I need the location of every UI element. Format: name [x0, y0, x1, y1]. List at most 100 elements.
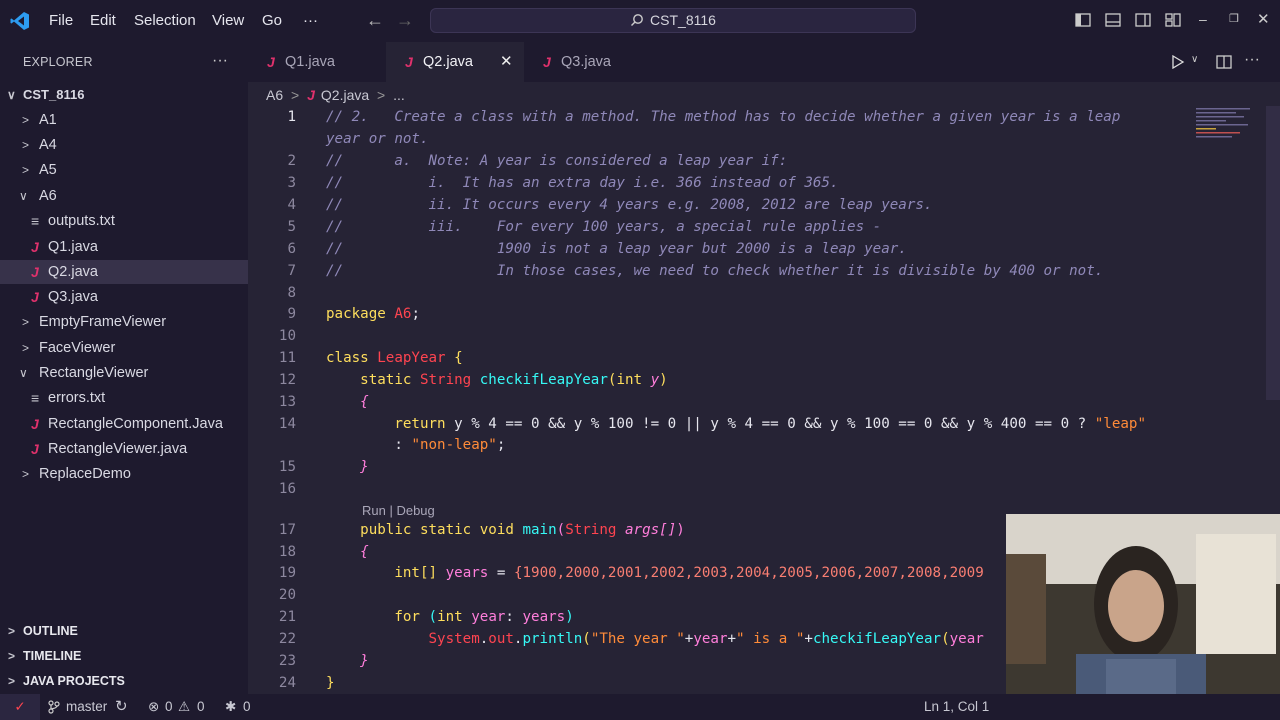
run-icon[interactable] — [1171, 55, 1185, 69]
restore-icon[interactable]: ❐ — [1229, 12, 1239, 25]
line-number: 12 — [278, 372, 296, 388]
close-window-icon[interactable]: ✕ — [1257, 10, 1270, 28]
explorer-more-button[interactable]: ··· — [212, 52, 228, 70]
editor-tab-bar: J Q1.java J Q2.java ✕ J Q3.java ∨ ··· — [248, 42, 1280, 82]
code-line-4: // ii. It occurs every 4 years e.g. 2008… — [326, 197, 933, 213]
split-editor-icon[interactable] — [1216, 54, 1232, 70]
tree-item[interactable]: J Q1.java — [0, 235, 248, 259]
warning-count[interactable]: 0 — [197, 694, 205, 720]
line-number: 16 — [278, 481, 296, 497]
tree-item[interactable]: ≡ errors.txt — [0, 386, 248, 410]
warning-icon: ⚠ — [178, 699, 191, 714]
code-line-5: // iii. For every 100 years, a special r… — [326, 219, 882, 235]
tree-item[interactable]: > FaceViewer — [0, 336, 248, 360]
text-file-icon: ≡ — [31, 213, 40, 229]
forward-arrow-icon[interactable]: → — [396, 10, 414, 31]
ports-count[interactable]: 0 — [243, 694, 251, 720]
code-line-14: return y % 4 == 0 && y % 100 != 0 || y %… — [394, 416, 1147, 432]
breadcrumb-more[interactable]: ... — [393, 87, 405, 103]
tree-item-label: Q3.java — [48, 289, 98, 305]
menu-go[interactable]: Go — [262, 0, 282, 42]
vscode-logo-icon — [10, 12, 29, 30]
tree-item[interactable]: ∨ A6 — [0, 184, 248, 208]
code-line-13: { — [360, 394, 369, 410]
java-file-icon: J — [307, 87, 315, 103]
code-line-22: System.out.println("The year "+year+" is… — [428, 631, 984, 647]
menu-selection[interactable]: Selection — [134, 0, 196, 42]
chevron-right-icon: > — [8, 624, 16, 638]
timeline-section[interactable]: > TIMELINE — [0, 644, 248, 668]
tree-item[interactable]: > A1 — [0, 108, 248, 132]
tab-label: Q3.java — [561, 54, 611, 70]
workspace-root[interactable]: ∨ CST_8116 — [0, 83, 248, 107]
tree-item[interactable]: > EmptyFrameViewer — [0, 310, 248, 334]
error-count[interactable]: 0 — [165, 694, 173, 720]
tree-item[interactable]: ∨ RectangleViewer — [0, 361, 248, 385]
code-line-18: { — [360, 544, 369, 560]
command-center-search[interactable]: CST_8116 — [430, 8, 916, 33]
chevron-right-icon: > — [22, 315, 30, 329]
ports-icon: ✱ — [225, 699, 237, 714]
breadcrumb: A6 > J Q2.java > ... — [266, 84, 405, 106]
tree-item[interactable]: J Q2.java — [0, 260, 248, 284]
line-number: 14 — [278, 416, 296, 432]
tree-item[interactable]: > A4 — [0, 133, 248, 157]
tree-item-label: ReplaceDemo — [39, 466, 131, 482]
toggle-panel-icon[interactable] — [1105, 12, 1121, 28]
tree-item[interactable]: J RectangleComponent.Java — [0, 412, 248, 436]
menu-more[interactable]: ··· — [303, 0, 318, 42]
close-tab-icon[interactable]: ✕ — [500, 42, 513, 82]
tree-item-label: Q1.java — [48, 239, 98, 255]
editor-more-button[interactable]: ··· — [1244, 51, 1260, 69]
code-line-15: } — [360, 459, 369, 475]
tree-item[interactable]: > ReplaceDemo — [0, 462, 248, 486]
remote-indicator-icon[interactable]: ✓ — [0, 694, 40, 720]
menu-file[interactable]: File — [49, 0, 73, 42]
tree-item[interactable]: > A5 — [0, 158, 248, 182]
outline-section[interactable]: > OUTLINE — [0, 619, 248, 643]
tab-q3[interactable]: J Q3.java — [524, 42, 662, 82]
menu-view[interactable]: View — [212, 0, 244, 42]
tab-q1[interactable]: J Q1.java — [248, 42, 386, 82]
branch-name[interactable]: master — [66, 694, 107, 720]
chevron-right-icon: > — [22, 113, 30, 127]
tree-item-label: errors.txt — [48, 390, 106, 406]
tree-item-label: A6 — [39, 188, 57, 204]
tree-item[interactable]: J Q3.java — [0, 285, 248, 309]
run-debug-codelens[interactable]: Run | Debug — [362, 503, 435, 518]
sync-icon[interactable]: ↻ — [115, 694, 128, 720]
line-number: 10 — [278, 328, 296, 344]
breadcrumb-folder[interactable]: A6 — [266, 87, 283, 103]
editor-scrollbar[interactable] — [1266, 106, 1280, 400]
line-number: 1 — [287, 109, 296, 125]
chevron-right-icon: > — [8, 674, 16, 688]
tree-item[interactable]: ≡ outputs.txt — [0, 209, 248, 233]
code-line-19: int[] years = {1900,2000,2001,2002,2003,… — [394, 565, 984, 581]
breadcrumb-file[interactable]: Q2.java — [321, 87, 369, 103]
java-file-icon: J — [267, 54, 275, 70]
webcam-overlay — [1006, 514, 1280, 694]
minimap[interactable] — [1194, 106, 1264, 146]
back-arrow-icon[interactable]: ← — [366, 10, 384, 31]
line-number: 17 — [278, 522, 296, 538]
java-projects-section[interactable]: > JAVA PROJECTS — [0, 669, 248, 693]
minimize-icon[interactable]: – — [1199, 11, 1207, 27]
cursor-position[interactable]: Ln 1, Col 1 — [924, 694, 989, 720]
code-line-11: class LeapYear { — [326, 350, 463, 366]
tab-label: Q2.java — [423, 54, 473, 70]
code-line-17: public static void main(String args[]) — [360, 522, 685, 538]
code-line-24: } — [326, 675, 335, 691]
java-file-icon: J — [31, 289, 39, 305]
run-dropdown-chevron-icon[interactable]: ∨ — [1191, 54, 1198, 65]
workspace-root-label: CST_8116 — [23, 87, 85, 102]
menu-edit[interactable]: Edit — [90, 0, 116, 42]
tab-q2[interactable]: J Q2.java ✕ — [386, 42, 524, 82]
search-icon — [631, 14, 643, 26]
tree-item-label: A4 — [39, 137, 57, 153]
toggle-secondary-sidebar-icon[interactable] — [1135, 12, 1151, 28]
tree-item[interactable]: J RectangleViewer.java — [0, 437, 248, 461]
customize-layout-icon[interactable] — [1165, 12, 1181, 28]
code-line-6: // 1900 is not a leap year but 2000 is a… — [326, 241, 907, 257]
toggle-primary-sidebar-icon[interactable] — [1075, 12, 1091, 28]
line-number: 3 — [287, 175, 296, 191]
